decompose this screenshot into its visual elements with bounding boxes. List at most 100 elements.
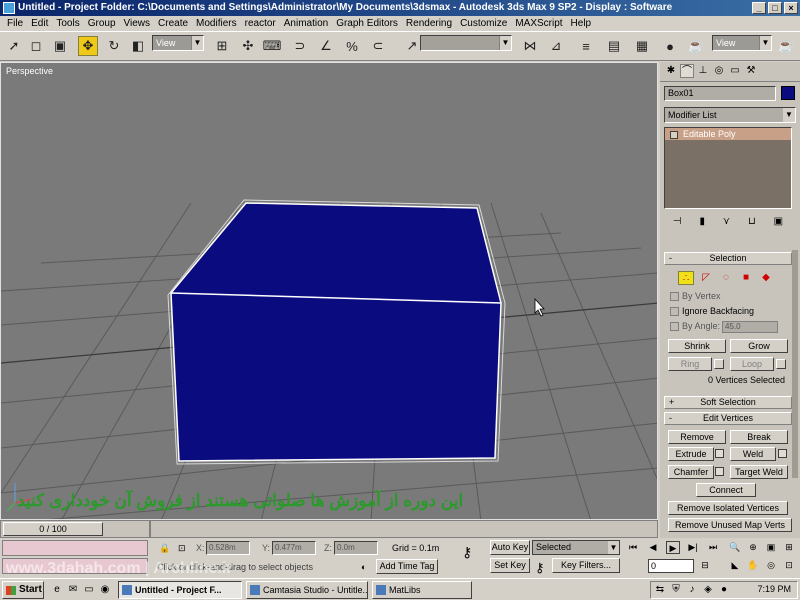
named-selection-dropdown[interactable]: ▼ <box>420 35 512 51</box>
key-filters-button[interactable]: Key Filters... <box>552 558 620 573</box>
angle-snap-icon[interactable]: ∠ <box>316 36 336 56</box>
select-by-name-icon[interactable]: ▣ <box>50 36 70 56</box>
remove-modifier-icon[interactable]: ⊔ <box>748 216 756 232</box>
x-coordinate-field[interactable]: 0.528m <box>206 541 250 555</box>
element-mode-icon[interactable]: ◆ <box>758 271 774 285</box>
curve-editor-icon[interactable]: ▤ <box>604 36 624 56</box>
menu-edit[interactable]: Edit <box>27 16 52 31</box>
align-icon[interactable]: ⊿ <box>546 36 566 56</box>
loop-spinner[interactable] <box>776 359 786 369</box>
lock-selection-icon[interactable]: 🔒 <box>159 543 170 554</box>
modify-tab-icon[interactable]: ⌒ <box>680 64 694 78</box>
desktop-icon[interactable]: ▭ <box>82 583 96 597</box>
loop-button[interactable]: Loop <box>730 357 774 371</box>
schematic-view-icon[interactable]: ▦ <box>632 36 652 56</box>
create-tab-icon[interactable]: ✱ <box>664 64 678 78</box>
absolute-relative-icon[interactable]: ⊡ <box>178 543 186 554</box>
configure-sets-icon[interactable]: ▣ <box>774 216 783 232</box>
menu-customize[interactable]: Customize <box>456 16 511 31</box>
stack-item-editable-poly[interactable]: Editable Poly <box>665 128 791 140</box>
go-to-start-icon[interactable]: ⏮ <box>626 541 640 554</box>
add-time-tag-button[interactable]: Add Time Tag <box>376 559 438 574</box>
target-weld-button[interactable]: Target Weld <box>730 465 788 479</box>
next-frame-icon[interactable]: ▶| <box>686 541 700 554</box>
field-of-view-icon[interactable]: ◣ <box>728 559 742 572</box>
menu-tools[interactable]: Tools <box>52 16 83 31</box>
arc-rotate-icon[interactable]: ◎ <box>764 559 778 572</box>
taskbar-item-3dsmax[interactable]: Untitled - Project F... <box>118 581 242 599</box>
scale-icon[interactable]: ◧ <box>128 36 148 56</box>
key-mode-icon[interactable]: ⚷ <box>462 544 472 561</box>
tray-network-icon[interactable]: ⇆ <box>653 583 667 597</box>
tray-record-icon[interactable]: ● <box>717 583 731 597</box>
zoom-extents-all-icon[interactable]: ⊞ <box>782 541 796 554</box>
remove-isolated-vertices-button[interactable]: Remove Isolated Vertices <box>668 501 788 515</box>
play-icon[interactable]: ▶ <box>666 541 680 554</box>
angle-spinner[interactable]: 45.0 <box>722 321 778 333</box>
select-region-icon[interactable]: ◻ <box>26 36 46 56</box>
ignore-backfacing-checkbox[interactable]: Ignore Backfacing <box>670 306 754 316</box>
weld-button[interactable]: Weld <box>730 447 776 461</box>
by-angle-checkbox[interactable]: By Angle: <box>670 321 720 331</box>
maximize-button[interactable]: □ <box>768 2 782 14</box>
auto-key-button[interactable]: Auto Key <box>490 540 530 555</box>
remove-button[interactable]: Remove <box>668 430 726 444</box>
minimize-button[interactable]: _ <box>752 2 766 14</box>
menu-help[interactable]: Help <box>567 16 596 31</box>
z-coordinate-field[interactable]: 0.0m <box>334 541 378 555</box>
time-configuration-icon[interactable]: ⊟ <box>698 559 712 572</box>
menu-graph-editors[interactable]: Graph Editors <box>332 16 402 31</box>
soft-selection-rollout-header[interactable]: + Soft Selection <box>664 396 792 409</box>
pan-view-icon[interactable]: ✋ <box>746 559 760 572</box>
move-icon[interactable]: ✥ <box>78 36 98 56</box>
snap-toggle-icon[interactable]: ⊃ <box>290 36 310 56</box>
close-button[interactable]: × <box>784 2 798 14</box>
break-button[interactable]: Break <box>730 430 788 444</box>
zoom-all-icon[interactable]: ⊕ <box>746 541 760 554</box>
select-object-icon[interactable]: ➚ <box>4 36 24 56</box>
command-panel-scrollbar[interactable] <box>792 250 798 478</box>
keyboard-shortcut-icon[interactable]: ⌨ <box>262 36 282 56</box>
track-bar[interactable] <box>150 520 658 538</box>
tray-update-icon[interactable]: ◈ <box>701 583 715 597</box>
menu-create[interactable]: Create <box>154 16 192 31</box>
show-end-result-icon[interactable]: ▮ <box>699 216 705 232</box>
modifier-list-dropdown[interactable]: Modifier List ▼ <box>664 107 796 123</box>
layer-manager-icon[interactable]: ≡ <box>576 36 596 56</box>
menu-file[interactable]: File <box>3 16 27 31</box>
ie-icon[interactable]: e <box>50 583 64 597</box>
tray-volume-icon[interactable]: ♪ <box>685 583 699 597</box>
remove-unused-map-verts-button[interactable]: Remove Unused Map Verts <box>668 518 792 532</box>
time-slider-thumb[interactable]: 0 / 100 <box>3 522 103 536</box>
perspective-viewport[interactable]: Perspective این دوره از آموزش ها صلواتی … <box>0 62 658 520</box>
menu-rendering[interactable]: Rendering <box>402 16 456 31</box>
zoom-extents-icon[interactable]: ▣ <box>764 541 778 554</box>
shrink-button[interactable]: Shrink <box>668 339 726 353</box>
spinner-snap-icon[interactable]: ⊂ <box>368 36 388 56</box>
display-tab-icon[interactable]: ▭ <box>728 64 742 78</box>
menu-reactor[interactable]: reactor <box>241 16 280 31</box>
menu-maxscript[interactable]: MAXScript <box>511 16 566 31</box>
grow-button[interactable]: Grow <box>730 339 788 353</box>
edit-vertices-rollout-header[interactable]: - Edit Vertices <box>664 412 792 425</box>
set-key-button[interactable]: Set Key <box>490 558 530 573</box>
selection-rollout-header[interactable]: - Selection <box>664 252 792 265</box>
chamfer-settings-button[interactable] <box>715 467 724 476</box>
y-coordinate-field[interactable]: 0.477m <box>272 541 316 555</box>
weld-settings-button[interactable] <box>778 449 787 458</box>
rotate-icon[interactable]: ↻ <box>104 36 124 56</box>
utilities-tab-icon[interactable]: ⚒ <box>744 64 758 78</box>
tray-security-icon[interactable]: ⛨ <box>669 583 683 597</box>
taskbar-item-camtasia[interactable]: Camtasia Studio - Untitle... <box>246 581 368 599</box>
time-slider[interactable]: 0 / 100 <box>0 520 150 538</box>
connect-button[interactable]: Connect <box>696 483 756 497</box>
menu-animation[interactable]: Animation <box>280 16 332 31</box>
make-unique-icon[interactable]: ⋎ <box>723 216 730 232</box>
menu-views[interactable]: Views <box>120 16 155 31</box>
extrude-settings-button[interactable] <box>715 449 724 458</box>
start-button[interactable]: Start <box>2 581 44 599</box>
quick-render-icon[interactable]: ☕ <box>776 36 796 56</box>
object-color-swatch[interactable] <box>781 86 795 100</box>
set-key-icon[interactable]: ⚷ <box>535 560 545 576</box>
material-editor-icon[interactable]: ● <box>660 36 680 56</box>
